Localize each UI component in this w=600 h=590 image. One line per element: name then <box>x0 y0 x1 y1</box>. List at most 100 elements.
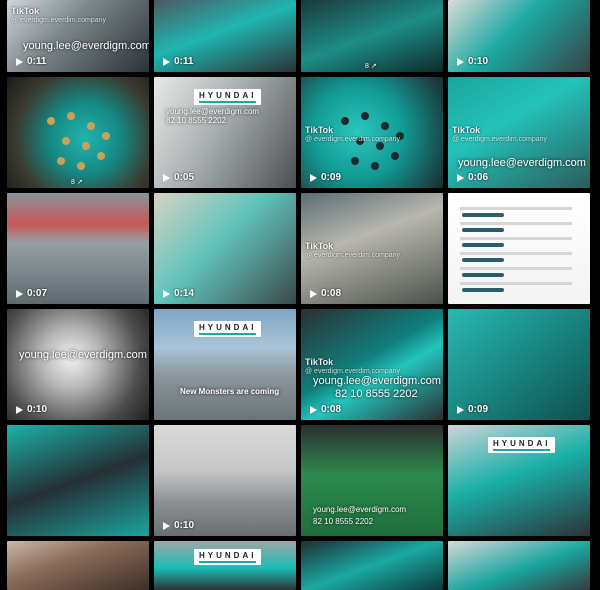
duration-label: 0:08 <box>321 288 342 299</box>
video-thumbnail[interactable]: 0:10 <box>154 425 296 536</box>
video-thumbnail[interactable]: young.lee@everdigm.com 82 10 8555 2202 <box>301 425 443 536</box>
hammer-shape <box>462 243 504 247</box>
video-thumbnail[interactable]: 0:07 <box>7 193 149 304</box>
video-thumbnail[interactable] <box>7 425 149 536</box>
hyundai-logo: HYUNDAI <box>488 437 556 453</box>
hyundai-logo-text: HYUNDAI <box>199 91 257 100</box>
video-thumbnail[interactable] <box>448 193 590 304</box>
video-duration: 0:09 <box>457 404 488 415</box>
hammer-shape <box>462 273 504 277</box>
tiktok-watermark: TikTok @ everdigm.everdim.company <box>305 241 400 261</box>
tiktok-watermark: TikTok @ everdigm.everdim.company <box>452 125 547 145</box>
tiktok-label: TikTok <box>305 357 334 367</box>
carbide-button-shape <box>87 122 95 130</box>
duration-label: 0:06 <box>468 172 489 183</box>
tiktok-handle: @ everdigm.everdim.company <box>305 252 401 259</box>
thumbnail-image <box>7 77 149 188</box>
duration-label: 0:10 <box>468 56 489 67</box>
video-duration: 0:07 <box>16 288 47 299</box>
video-thumbnail[interactable]: 8 ↗ <box>7 77 149 188</box>
video-duration: 0:11 <box>16 56 46 67</box>
duration-label: 0:07 <box>27 288 48 299</box>
video-thumbnail[interactable]: 8 ↗ <box>301 0 443 72</box>
thumbnail-image <box>7 541 149 590</box>
video-thumbnail[interactable] <box>7 541 149 590</box>
overlay-caption: young.lee@everdigm.com <box>458 157 586 169</box>
carbide-button-shape <box>57 157 65 165</box>
video-duration: 0:14 <box>163 288 194 299</box>
play-icon <box>163 173 170 182</box>
overlay-phone: 82 10 8555 2202 <box>335 388 418 400</box>
video-grid: TikTok @ everdigm.everdim.company young.le… <box>0 0 600 590</box>
carbide-button-shape <box>102 132 110 140</box>
video-thumbnail[interactable] <box>448 541 590 590</box>
carbide-button-shape <box>351 157 359 165</box>
carbide-button-shape <box>361 112 369 120</box>
document-line <box>460 207 572 210</box>
video-thumbnail[interactable]: HYUNDAI <box>154 541 296 590</box>
play-icon <box>310 405 317 414</box>
video-duration: 0:05 <box>163 172 194 183</box>
play-icon <box>16 57 23 66</box>
overlay-caption: young.lee@everdigm.com <box>313 505 407 514</box>
video-duration: 0:08 <box>310 288 341 299</box>
duration-label: 0:10 <box>27 404 48 415</box>
document-line <box>460 267 572 270</box>
video-duration: 0:09 <box>310 172 341 183</box>
overlay-caption: young.lee@everdigm.com <box>23 40 149 52</box>
video-thumbnail[interactable]: 0:11 <box>154 0 296 72</box>
video-thumbnail[interactable]: TikTok @ everdigm.everdim.company young.le… <box>301 309 443 420</box>
play-icon <box>163 289 170 298</box>
video-thumbnail[interactable]: 0:09 <box>448 309 590 420</box>
carbide-button-shape <box>391 152 399 160</box>
carbide-button-shape <box>371 162 379 170</box>
tiktok-handle: @ everdigm.everdim.company <box>305 136 401 143</box>
thumbnail-image <box>301 541 443 590</box>
video-thumbnail[interactable]: 0:10 <box>448 0 590 72</box>
duration-label: 0:08 <box>321 404 342 415</box>
video-thumbnail[interactable]: TikTok @ everdigm.everdim.company 0:09 <box>301 77 443 188</box>
overlay-phone: 82 10 8555 2202 <box>313 517 374 526</box>
document-line <box>460 237 572 240</box>
video-thumbnail[interactable]: TikTok @ everdigm.everdim.company 0:08 <box>301 193 443 304</box>
video-thumbnail[interactable]: young.lee@everdigm.com 0:10 <box>7 309 149 420</box>
play-icon <box>16 289 23 298</box>
overlay-caption: young.lee@everdigm.com <box>19 349 147 361</box>
play-icon <box>457 173 464 182</box>
tiktok-label: TikTok <box>452 125 481 135</box>
carbide-button-shape <box>47 117 55 125</box>
document-line <box>460 282 572 285</box>
logo-bar <box>199 101 257 103</box>
video-duration: 0:11 <box>163 56 193 67</box>
hammer-shape <box>462 228 504 232</box>
tile-caption: 8 ↗ <box>365 63 377 70</box>
duration-label: 0:11 <box>174 56 194 67</box>
document-line <box>460 252 572 255</box>
thumbnail-image <box>7 425 149 536</box>
video-thumbnail[interactable]: TikTok @ everdigm.everdim.company young.le… <box>7 0 149 72</box>
duration-label: 0:11 <box>27 56 47 67</box>
video-thumbnail[interactable]: HYUNDAI young.lee@everdigm.com 82 10 8555 … <box>154 77 296 188</box>
carbide-button-shape <box>77 162 85 170</box>
logo-bar <box>199 333 257 335</box>
video-duration: 0:10 <box>16 404 47 415</box>
tiktok-label: TikTok <box>305 125 334 135</box>
overlay-caption: young.lee@everdigm.com <box>166 107 260 116</box>
hyundai-logo-text: HYUNDAI <box>199 551 257 560</box>
hyundai-logo: HYUNDAI <box>194 89 262 105</box>
carbide-button-shape <box>62 137 70 145</box>
play-icon <box>457 405 464 414</box>
video-thumbnail[interactable]: 0:14 <box>154 193 296 304</box>
hyundai-logo: HYUNDAI <box>194 321 262 337</box>
hammer-shape <box>462 258 504 262</box>
play-icon <box>310 289 317 298</box>
carbide-button-shape <box>67 112 75 120</box>
duration-label: 0:10 <box>174 520 195 531</box>
thumbnail-image <box>448 541 590 590</box>
video-thumbnail[interactable]: HYUNDAI New Monsters are coming <box>154 309 296 420</box>
video-thumbnail[interactable]: HYUNDAI <box>448 425 590 536</box>
play-icon <box>16 405 23 414</box>
carbide-button-shape <box>82 142 90 150</box>
video-thumbnail[interactable] <box>301 541 443 590</box>
video-thumbnail[interactable]: TikTok @ everdigm.everdim.company young.le… <box>448 77 590 188</box>
